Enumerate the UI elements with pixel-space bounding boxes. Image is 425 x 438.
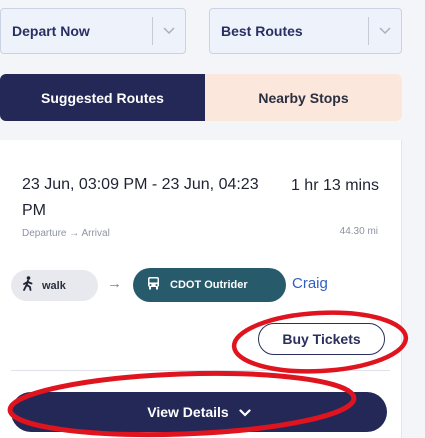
tab-suggested-routes[interactable]: Suggested Routes <box>0 74 205 121</box>
view-details-label: View Details <box>147 404 229 420</box>
tab-nearby-stops[interactable]: Nearby Stops <box>205 74 402 121</box>
bus-route-label: CDOT Outrider <box>170 279 248 291</box>
chevron-down-icon <box>153 27 185 35</box>
route-duration: 1 hr 13 mins <box>290 177 379 194</box>
route-tabs: Suggested Routes Nearby Stops <box>0 74 402 121</box>
walk-icon <box>22 275 34 296</box>
leg-arrow: → <box>107 275 122 292</box>
buy-tickets-button[interactable]: Buy Tickets <box>258 323 385 355</box>
chevron-down-icon <box>369 27 401 35</box>
chevron-down-icon <box>239 404 251 420</box>
best-routes-select[interactable]: Best Routes <box>209 8 402 54</box>
bus-leg-pill[interactable]: CDOT Outrider <box>133 268 286 302</box>
bus-icon <box>147 276 160 295</box>
craig-destination-link[interactable]: Craig <box>292 275 328 292</box>
route-time-range: 23 Jun, 03:09 PM - 23 Jun, 04:23 PM <box>22 176 259 219</box>
depart-now-label: Depart Now <box>12 23 90 39</box>
best-routes-label: Best Routes <box>221 23 303 39</box>
walk-leg-pill: walk <box>11 270 98 301</box>
route-distance: 44.30 mi <box>339 226 378 237</box>
walk-label: walk <box>42 279 66 292</box>
view-details-button[interactable]: View Details <box>11 392 387 432</box>
card-divider <box>11 370 390 371</box>
depart-now-select[interactable]: Depart Now <box>0 8 186 54</box>
departure-arrival-label: Departure → Arrival <box>22 228 110 239</box>
route-card: 23 Jun, 03:09 PM - 23 Jun, 04:23 PM 1 hr… <box>0 140 402 438</box>
